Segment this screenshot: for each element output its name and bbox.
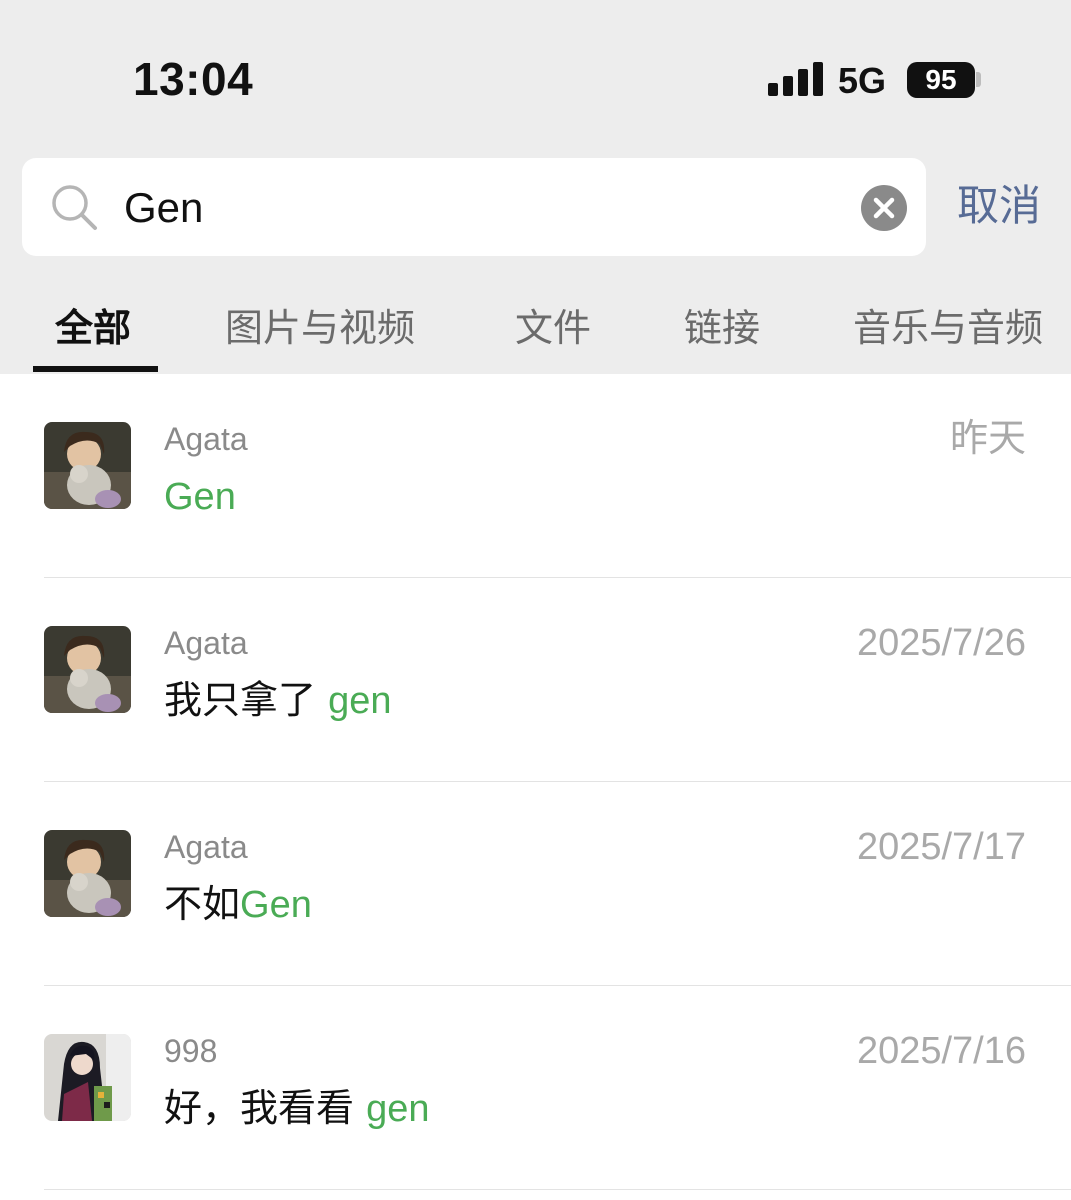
message-snippet: 好，我看看 gen xyxy=(164,1086,430,1130)
message-snippet: 我只拿了 gen xyxy=(164,678,392,722)
avatar xyxy=(44,830,131,917)
tab-links[interactable]: 链接 xyxy=(684,304,760,352)
sender-name: 998 xyxy=(164,1033,218,1069)
active-tab-indicator xyxy=(33,366,158,372)
tab-all[interactable]: 全部 xyxy=(55,304,131,352)
sender-name: Agata xyxy=(164,625,248,661)
sender-name: Agata xyxy=(164,829,248,865)
message-date: 2025/7/16 xyxy=(856,1030,1026,1072)
match-highlight: gen xyxy=(328,680,392,722)
match-highlight: gen xyxy=(366,1088,430,1130)
match-highlight: Gen xyxy=(164,476,236,518)
tab-photos-videos[interactable]: 图片与视频 xyxy=(225,304,415,352)
message-date: 2025/7/26 xyxy=(856,622,1026,664)
message-snippet: 不如Gen xyxy=(164,882,312,926)
tab-files[interactable]: 文件 xyxy=(515,304,591,352)
divider xyxy=(44,1189,1071,1190)
status-time: 13:04 xyxy=(133,53,254,105)
battery-tip xyxy=(976,72,981,87)
message-date: 昨天 xyxy=(949,418,1026,460)
avatar xyxy=(44,1034,131,1121)
search-icon xyxy=(52,185,97,230)
clear-icon[interactable] xyxy=(861,185,907,231)
tab-music-audio[interactable]: 音乐与音频 xyxy=(853,304,1043,352)
result-item[interactable]: 998 好，我看看 gen 2025/7/16 xyxy=(0,986,1071,1190)
battery-icon: 95 xyxy=(907,62,975,98)
sender-name: Agata xyxy=(164,421,248,457)
result-item[interactable]: Agata 我只拿了 gen 2025/7/26 xyxy=(0,578,1071,782)
message-snippet: Gen xyxy=(164,472,236,521)
signal-icon xyxy=(768,62,824,96)
result-item[interactable]: Agata Gen 昨天 xyxy=(0,374,1071,578)
cancel-button[interactable]: 取消 xyxy=(957,180,1041,232)
avatar xyxy=(44,422,131,509)
result-item[interactable]: Agata 不如Gen 2025/7/17 xyxy=(0,782,1071,986)
network-type: 5G xyxy=(838,60,887,101)
message-date: 2025/7/17 xyxy=(856,826,1026,868)
match-highlight: Gen xyxy=(240,884,312,926)
search-query[interactable]: Gen xyxy=(124,183,203,233)
avatar xyxy=(44,626,131,713)
